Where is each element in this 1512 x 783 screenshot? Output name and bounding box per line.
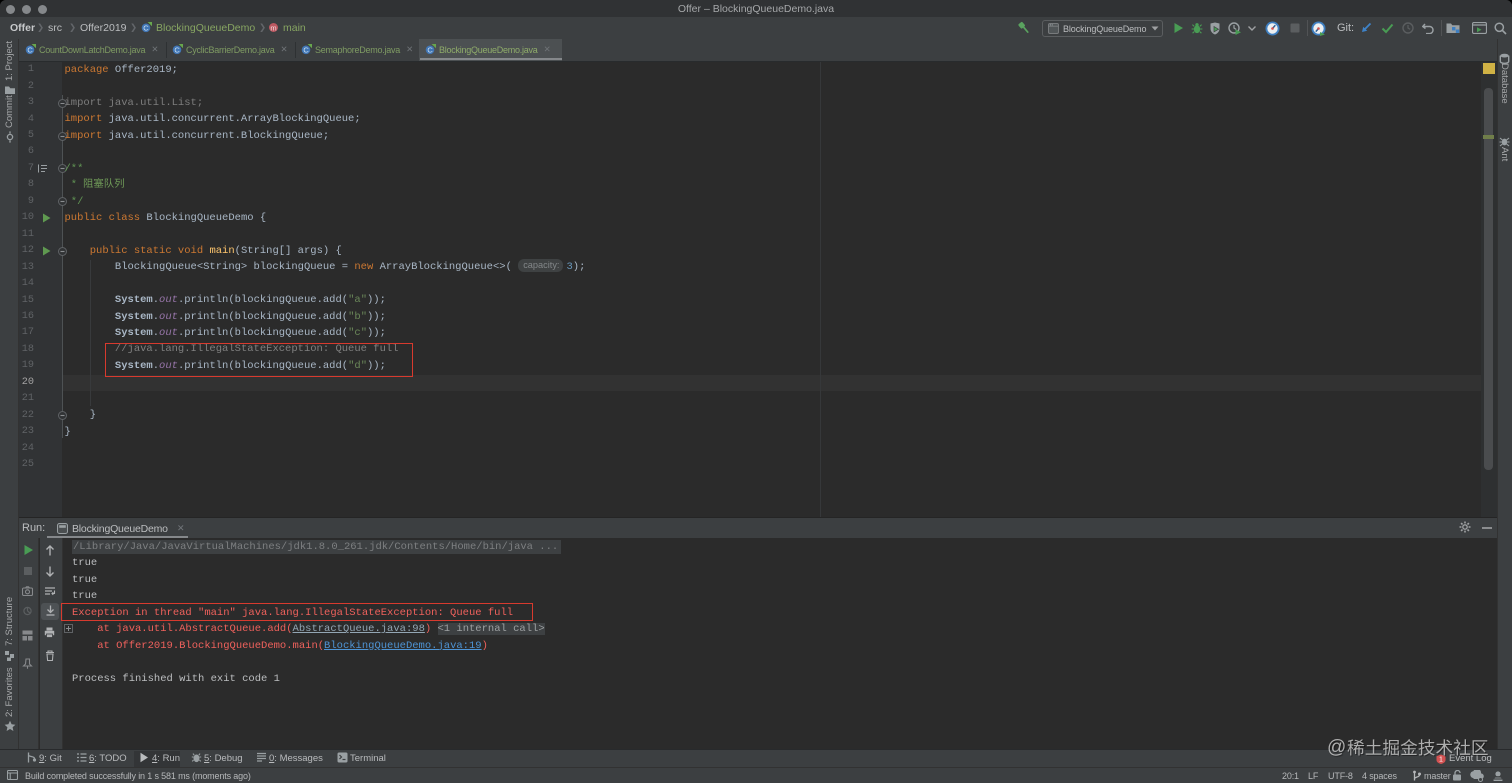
svg-text:C: C [27,46,33,55]
svg-text:C: C [143,24,149,33]
svg-text:C: C [303,46,309,55]
svg-text:C: C [427,46,433,55]
svg-text:m: m [270,23,276,32]
svg-text:C: C [174,46,180,55]
